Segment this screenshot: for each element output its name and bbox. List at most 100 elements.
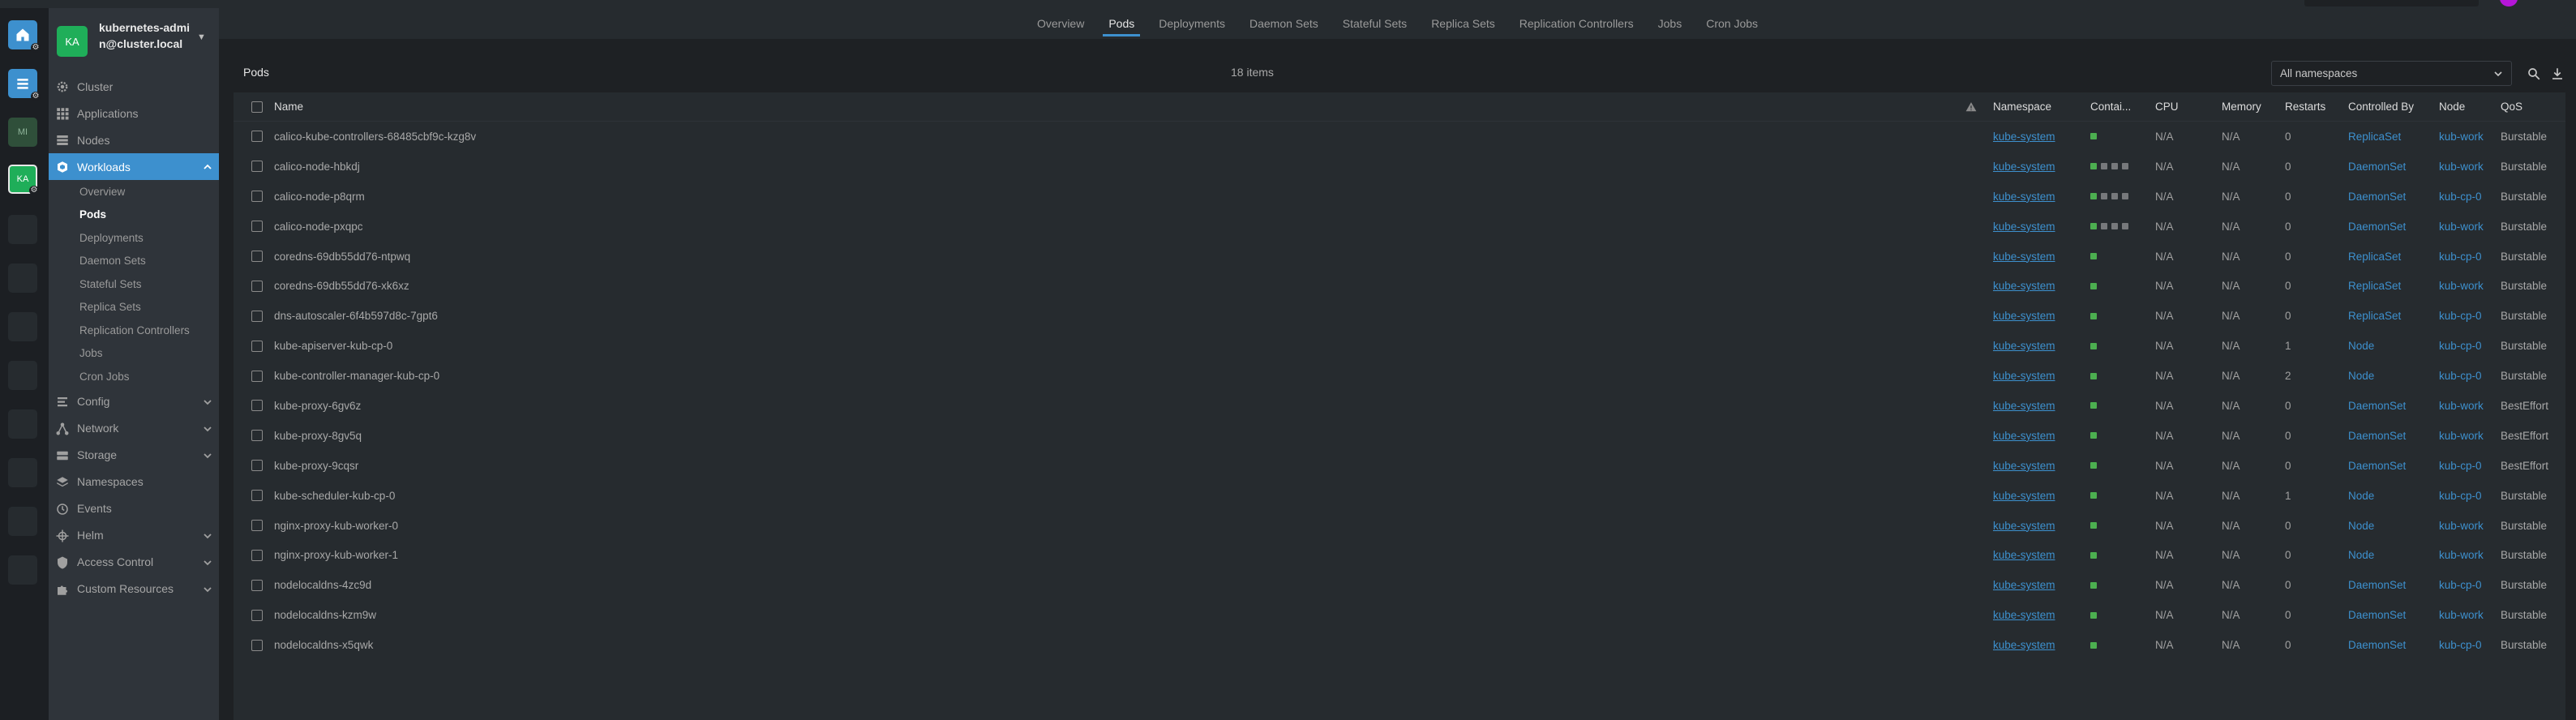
pod-node[interactable]: kub-cp-0 <box>2439 481 2496 511</box>
global-search-input[interactable] <box>2304 0 2479 6</box>
pod-namespace[interactable]: kube-system <box>1993 182 2082 212</box>
namespace-link[interactable]: kube-system <box>1993 161 2055 173</box>
tab-overview[interactable]: Overview <box>1025 8 1096 39</box>
namespace-link[interactable]: kube-system <box>1993 340 2055 352</box>
namespace-link[interactable]: kube-system <box>1993 520 2055 532</box>
pod-controlled-by[interactable]: DaemonSet <box>2348 182 2436 212</box>
pod-namespace[interactable]: kube-system <box>1993 271 2082 301</box>
pod-name[interactable]: kube-proxy-8gv5q <box>274 421 1085 451</box>
chevron-down-icon[interactable] <box>203 584 212 594</box>
chevron-down-icon[interactable] <box>203 557 212 567</box>
pod-node[interactable]: kub-cp-0 <box>2439 570 2496 600</box>
hotbar-cluster-ka[interactable]: KA ⚙ <box>8 165 39 195</box>
pod-name[interactable]: kube-controller-manager-kub-cp-0 <box>274 361 1085 391</box>
namespace-link[interactable]: kube-system <box>1993 609 2055 621</box>
sidebar-item-storage[interactable]: Storage <box>49 442 219 469</box>
sidebar-item-custom-resources[interactable]: Custom Resources <box>49 576 219 602</box>
namespace-link[interactable]: kube-system <box>1993 280 2055 292</box>
pod-namespace[interactable]: kube-system <box>1993 630 2082 660</box>
chevron-down-icon[interactable] <box>203 450 212 460</box>
sidebar-item-config[interactable]: Config <box>49 388 219 415</box>
pod-node[interactable]: kub-work <box>2439 122 2496 152</box>
checkbox[interactable] <box>251 520 263 532</box>
pod-namespace[interactable]: kube-system <box>1993 600 2082 630</box>
table-row[interactable]: kube-scheduler-kub-cp-0 kube-system N/A N/A… <box>234 481 2565 511</box>
sidebar-item-replication-controllers[interactable]: Replication Controllers <box>49 319 219 342</box>
user-avatar[interactable] <box>2500 0 2518 6</box>
row-checkbox[interactable] <box>251 540 264 570</box>
pod-controlled-by[interactable]: ReplicaSet <box>2348 301 2436 331</box>
chevron-down-icon[interactable] <box>203 530 212 540</box>
tab-deployments[interactable]: Deployments <box>1147 8 1237 39</box>
tab-pods[interactable]: Pods <box>1096 8 1147 39</box>
pod-controlled-by[interactable]: Node <box>2348 511 2436 541</box>
table-row[interactable]: coredns-69db55dd76-xk6xz kube-system N/A N/… <box>234 271 2565 301</box>
pod-name[interactable]: nodelocaldns-x5qwk <box>274 630 1085 660</box>
table-row[interactable]: nodelocaldns-x5qwk kube-system N/A N/A 0 Daem… <box>234 630 2565 660</box>
pod-namespace[interactable]: kube-system <box>1993 511 2082 541</box>
hotbar-empty-slot[interactable] <box>8 507 37 536</box>
checkbox[interactable] <box>251 639 263 651</box>
row-checkbox[interactable] <box>251 630 264 660</box>
row-checkbox[interactable] <box>251 361 264 391</box>
pod-namespace[interactable]: kube-system <box>1993 242 2082 272</box>
table-row[interactable]: nodelocaldns-kzm9w kube-system N/A N/A 0 Daem… <box>234 600 2565 630</box>
hotbar-empty-slot[interactable] <box>8 555 37 585</box>
checkbox[interactable] <box>251 490 263 502</box>
namespace-link[interactable]: kube-system <box>1993 639 2055 651</box>
pod-name[interactable]: nodelocaldns-4zc9d <box>274 570 1085 600</box>
checkbox[interactable] <box>251 430 263 442</box>
catalog-button[interactable]: ⚙ <box>8 69 41 101</box>
row-checkbox[interactable] <box>251 570 264 600</box>
sidebar-item-pods[interactable]: Pods <box>49 204 219 227</box>
checkbox[interactable] <box>251 131 263 143</box>
pod-controlled-by[interactable]: Node <box>2348 361 2436 391</box>
pod-namespace[interactable]: kube-system <box>1993 421 2082 451</box>
pod-controlled-by[interactable]: DaemonSet <box>2348 570 2436 600</box>
cluster-header[interactable]: KA kubernetes-admin@cluster.local ▼ <box>49 8 219 73</box>
row-checkbox[interactable] <box>251 212 264 242</box>
sidebar-item-nodes[interactable]: Nodes <box>49 126 219 153</box>
pod-controlled-by[interactable]: DaemonSet <box>2348 391 2436 421</box>
checkbox[interactable] <box>251 400 263 412</box>
namespace-link[interactable]: kube-system <box>1993 370 2055 382</box>
namespace-link[interactable]: kube-system <box>1993 221 2055 233</box>
sidebar-item-jobs[interactable]: Jobs <box>49 342 219 366</box>
sidebar-item-stateful-sets[interactable]: Stateful Sets <box>49 272 219 296</box>
pod-node[interactable]: kub-work <box>2439 540 2496 570</box>
table-row[interactable]: nginx-proxy-kub-worker-0 kube-system N/A N/… <box>234 511 2565 541</box>
pod-node[interactable]: kub-cp-0 <box>2439 242 2496 272</box>
pod-node[interactable]: kub-work <box>2439 212 2496 242</box>
table-row[interactable]: kube-proxy-8gv5q kube-system N/A N/A 0 Daemon… <box>234 421 2565 451</box>
pod-node[interactable]: kub-cp-0 <box>2439 182 2496 212</box>
namespace-link[interactable]: kube-system <box>1993 191 2055 203</box>
pod-node[interactable]: kub-cp-0 <box>2439 451 2496 481</box>
pod-name[interactable]: coredns-69db55dd76-xk6xz <box>274 271 1085 301</box>
pod-namespace[interactable]: kube-system <box>1993 152 2082 182</box>
sidebar-item-events[interactable]: Events <box>49 495 219 522</box>
checkbox[interactable] <box>251 161 263 173</box>
table-row[interactable]: calico-node-pxqpc kube-system N/A N/A 0 Daemo… <box>234 212 2565 242</box>
table-row[interactable]: kube-controller-manager-kub-cp-0 kube-sys… <box>234 361 2565 391</box>
pod-name[interactable]: kube-apiserver-kub-cp-0 <box>274 331 1085 361</box>
tab-stateful-sets[interactable]: Stateful Sets <box>1331 8 1419 39</box>
tab-replication-controllers[interactable]: Replication Controllers <box>1507 8 1646 39</box>
column-header-memory[interactable]: Memory <box>2222 92 2278 121</box>
pod-controlled-by[interactable]: DaemonSet <box>2348 451 2436 481</box>
pod-node[interactable]: kub-work <box>2439 271 2496 301</box>
pod-name[interactable]: kube-proxy-9cqsr <box>274 451 1085 481</box>
namespace-link[interactable]: kube-system <box>1993 251 2055 263</box>
checkbox[interactable] <box>251 101 263 113</box>
pod-name[interactable]: calico-node-p8qrm <box>274 182 1085 212</box>
table-row[interactable]: calico-kube-controllers-68485cbf9c-kzg8v… <box>234 122 2565 152</box>
namespace-link[interactable]: kube-system <box>1993 490 2055 502</box>
column-header-cpu[interactable]: CPU <box>2155 92 2212 121</box>
column-header-namespace[interactable]: Namespace <box>1993 92 2082 121</box>
table-row[interactable]: calico-node-p8qrm kube-system N/A N/A 0 Daemo… <box>234 182 2565 212</box>
sidebar-item-cron-jobs[interactable]: Cron Jobs <box>49 365 219 388</box>
checkbox[interactable] <box>251 221 263 233</box>
pod-node[interactable]: kub-work <box>2439 421 2496 451</box>
caret-down-icon[interactable]: ▼ <box>197 32 206 42</box>
column-header-name[interactable]: Name <box>274 92 1085 121</box>
sidebar-item-access-control[interactable]: Access Control <box>49 549 219 576</box>
